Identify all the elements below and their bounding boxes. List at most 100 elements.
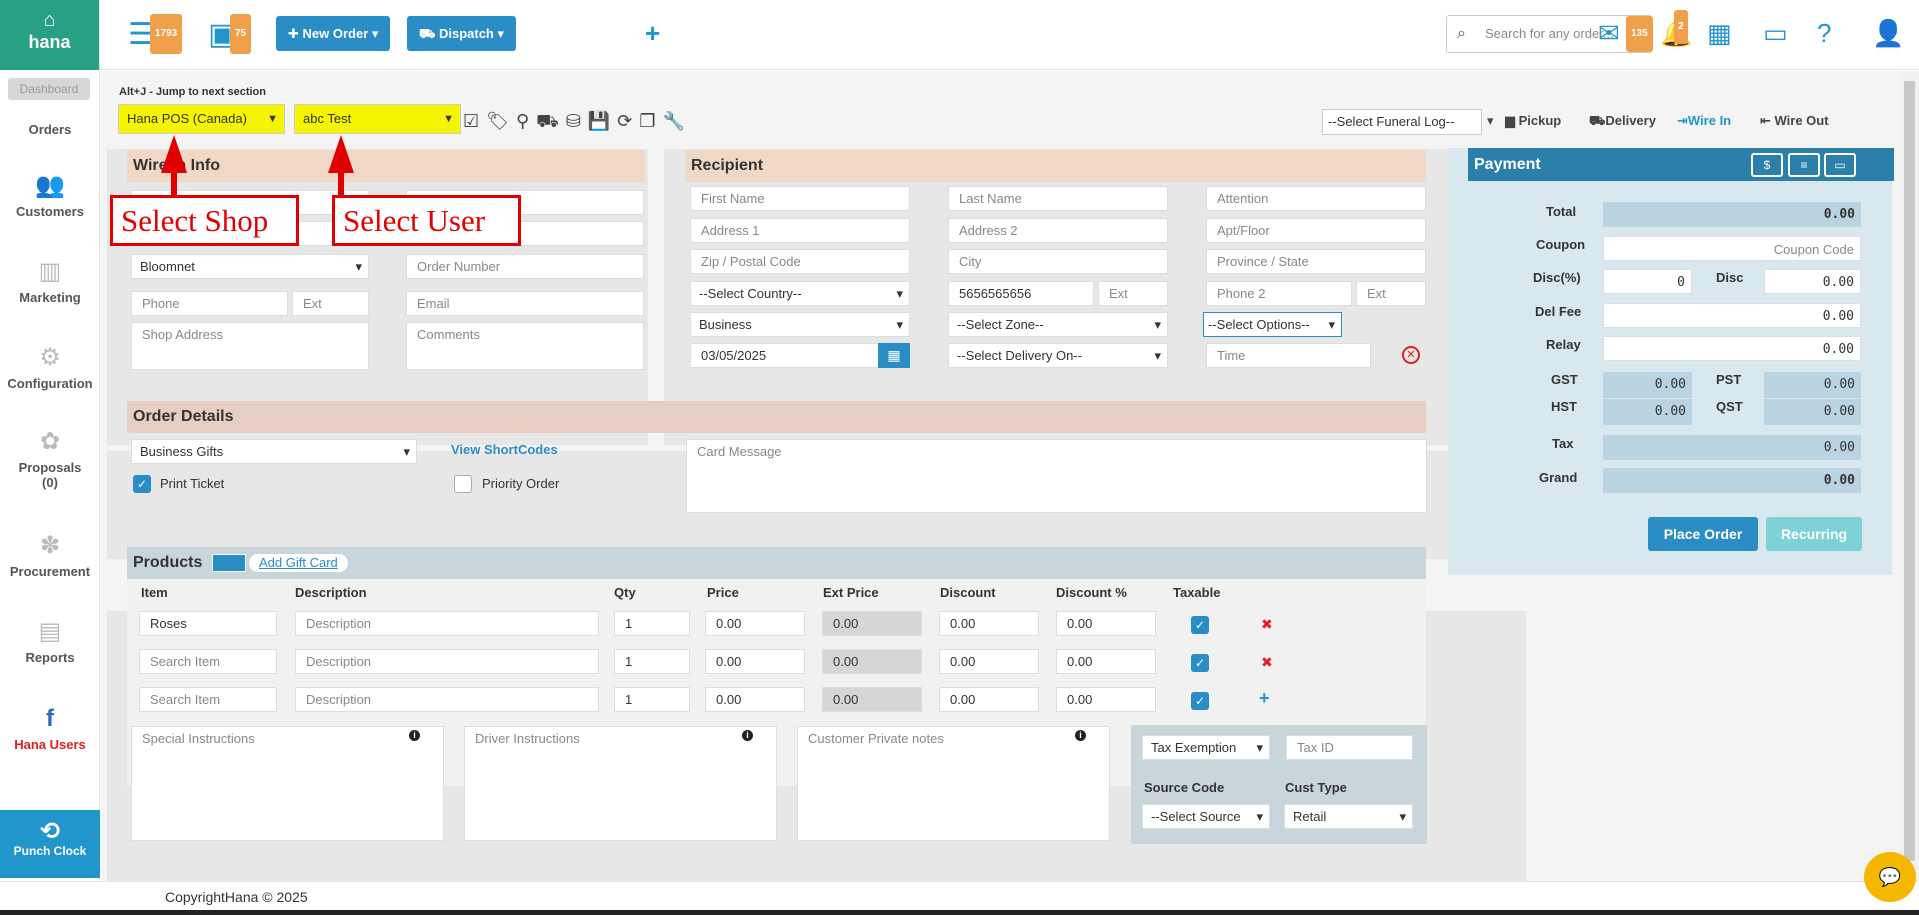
calendar-button[interactable]: ▦ <box>878 343 910 368</box>
calendar-icon[interactable]: ▦ <box>1707 18 1732 48</box>
row3-description-input[interactable]: Description <box>295 687 599 712</box>
attention-input[interactable]: Attention <box>1206 186 1426 211</box>
disc-input[interactable]: 0.00 <box>1764 269 1861 294</box>
delfee-input[interactable]: 0.00 <box>1603 303 1861 328</box>
new-order-button[interactable]: ✚ New Order ▾ <box>276 16 391 51</box>
sidebar-item-configuration[interactable]: ⚙ Configuration <box>0 344 100 391</box>
last-name-input[interactable]: Last Name <box>948 186 1168 211</box>
special-instructions-input[interactable]: Special Instructions <box>131 726 444 841</box>
add-gift-card-link[interactable]: Add Gift Card <box>249 554 348 572</box>
check-icon[interactable]: ≡ <box>1788 153 1820 177</box>
email-input[interactable]: Email <box>406 291 644 316</box>
row3-qty-input[interactable]: 1 <box>614 687 690 712</box>
sidebar-item-orders[interactable]: Orders <box>0 122 100 137</box>
row2-discount-pct-input[interactable]: 0.00 <box>1056 649 1156 674</box>
orders-stack-icon[interactable]: ☰ 1793 <box>128 14 183 54</box>
phone-input[interactable]: Phone <box>131 291 288 316</box>
row1-price-input[interactable]: 0.00 <box>705 611 805 636</box>
bell-icon[interactable]: 🔔 2 <box>1660 10 1692 48</box>
row3-item-input[interactable]: Search Item <box>139 687 277 712</box>
location-type-select[interactable]: Business <box>690 312 910 337</box>
view-shortcodes-link[interactable]: View ShortCodes <box>451 442 558 457</box>
zip-input[interactable]: Zip / Postal Code <box>690 249 910 274</box>
priority-order-checkbox[interactable] <box>454 475 472 493</box>
ext-input[interactable]: Ext <box>292 291 369 316</box>
shop-address-input[interactable]: Shop Address <box>131 322 369 370</box>
apt-floor-input[interactable]: Apt/Floor <box>1206 218 1426 243</box>
row3-taxable-checkbox[interactable]: ✓ <box>1191 692 1209 710</box>
user-select[interactable]: abc Test ▼ <box>294 104 461 134</box>
sidebar-item-customers[interactable]: 👥 Customers <box>0 172 100 219</box>
cash-icon[interactable]: $ <box>1751 153 1783 177</box>
row2-remove-icon[interactable]: ✖ <box>1261 654 1273 671</box>
scrollbar[interactable] <box>1900 71 1919 881</box>
recurring-button[interactable]: Recurring <box>1766 517 1862 551</box>
help-icon[interactable]: ? <box>1817 18 1831 48</box>
mail-icon[interactable]: ✉ 135 <box>1598 16 1653 52</box>
driver-instructions-input[interactable]: Driver Instructions <box>464 726 777 841</box>
delivery-date-input[interactable]: 03/05/2025 <box>690 343 880 368</box>
wire-service-select[interactable]: Bloomnet <box>131 254 369 279</box>
coupon-input[interactable]: Coupon Code <box>1603 236 1861 261</box>
cust-type-select[interactable]: Retail <box>1284 804 1413 829</box>
recipient-phone-input[interactable]: 5656565656 <box>948 281 1094 306</box>
row1-discount-pct-input[interactable]: 0.00 <box>1056 611 1156 636</box>
address1-input[interactable]: Address 1 <box>690 218 910 243</box>
zone-select[interactable]: --Select Zone-- <box>948 312 1168 337</box>
tax-id-input[interactable]: Tax ID <box>1286 735 1413 760</box>
row2-taxable-checkbox[interactable]: ✓ <box>1191 654 1209 672</box>
row2-price-input[interactable]: 0.00 <box>705 649 805 674</box>
punch-clock-button[interactable]: ⟲ Punch Clock <box>0 810 100 878</box>
add-row-icon[interactable]: + <box>1259 688 1270 709</box>
phone2-input[interactable]: Phone 2 <box>1206 281 1352 306</box>
private-notes-input[interactable]: Customer Private notes <box>797 726 1110 841</box>
row1-description-input[interactable]: Description <box>295 611 599 636</box>
search-input[interactable]: ⌕ Search for any order... <box>1446 15 1652 53</box>
funeral-log-select[interactable]: --Select Funeral Log-- <box>1322 109 1482 135</box>
monitor-icon[interactable]: ▭ <box>1763 18 1788 48</box>
order-number-input[interactable]: Order Number <box>406 254 644 279</box>
print-ticket-checkbox[interactable]: ✓ <box>133 475 151 493</box>
sidebar-item-marketing[interactable]: ▥ Marketing <box>0 258 100 305</box>
card-message-input[interactable]: Card Message <box>686 439 1427 513</box>
province-input[interactable]: Province / State <box>1206 249 1426 274</box>
row3-price-input[interactable]: 0.00 <box>705 687 805 712</box>
row2-qty-input[interactable]: 1 <box>614 649 690 674</box>
dispatch-button[interactable]: ⛟ Dispatch ▾ <box>407 16 517 51</box>
add-icon[interactable]: + <box>645 18 660 49</box>
dropdown-caret-icon[interactable]: ▾ <box>1487 113 1494 129</box>
row1-taxable-checkbox[interactable]: ✓ <box>1191 616 1209 634</box>
ext2-input[interactable]: Ext <box>1356 281 1426 306</box>
row3-discount-input[interactable]: 0.00 <box>939 687 1039 712</box>
recipient-ext-input[interactable]: Ext <box>1098 281 1168 306</box>
sidebar-item-hana-users[interactable]: f Hana Users <box>0 705 100 752</box>
city-input[interactable]: City <box>948 249 1168 274</box>
row1-discount-input[interactable]: 0.00 <box>939 611 1039 636</box>
toolbar-icons[interactable]: ☑🏷⚲⛟⛁💾⟳❐🔧 <box>463 111 692 135</box>
wire-in-link[interactable]: ⇥Wire In <box>1677 113 1731 129</box>
discp-input[interactable]: 0 <box>1603 269 1692 294</box>
delivery-on-select[interactable]: --Select Delivery On-- <box>948 343 1168 368</box>
row1-remove-icon[interactable]: ✖ <box>1261 616 1273 633</box>
row1-qty-input[interactable]: 1 <box>614 611 690 636</box>
row3-discount-pct-input[interactable]: 0.00 <box>1056 687 1156 712</box>
user-icon[interactable]: 👤 <box>1872 18 1904 48</box>
options-select[interactable]: --Select Options-- <box>1203 312 1342 337</box>
row2-description-input[interactable]: Description <box>295 649 599 674</box>
scroll-thumb[interactable] <box>1904 81 1915 861</box>
first-name-input[interactable]: First Name <box>690 186 910 211</box>
pickup-link[interactable]: ▆ Pickup <box>1505 113 1561 129</box>
tax-exemption-select[interactable]: Tax Exemption <box>1142 735 1270 760</box>
sidebar-item-procurement[interactable]: ✽ Procurement <box>0 532 100 579</box>
address2-input[interactable]: Address 2 <box>948 218 1168 243</box>
brand-home[interactable]: ⌂ hana <box>0 0 99 70</box>
tablets-icon[interactable]: ▣ 75 <box>208 14 252 54</box>
row2-discount-input[interactable]: 0.00 <box>939 649 1039 674</box>
place-order-button[interactable]: Place Order <box>1648 517 1758 551</box>
wire-out-link[interactable]: ⇤ Wire Out <box>1760 113 1829 129</box>
row1-item-input[interactable]: Roses <box>139 611 277 636</box>
comments-input[interactable]: Comments <box>406 322 644 370</box>
sidebar-item-reports[interactable]: ▤ Reports <box>0 618 100 665</box>
delivery-link[interactable]: ⛟Delivery <box>1589 113 1656 131</box>
clear-time-icon[interactable]: ✕ <box>1402 346 1420 364</box>
